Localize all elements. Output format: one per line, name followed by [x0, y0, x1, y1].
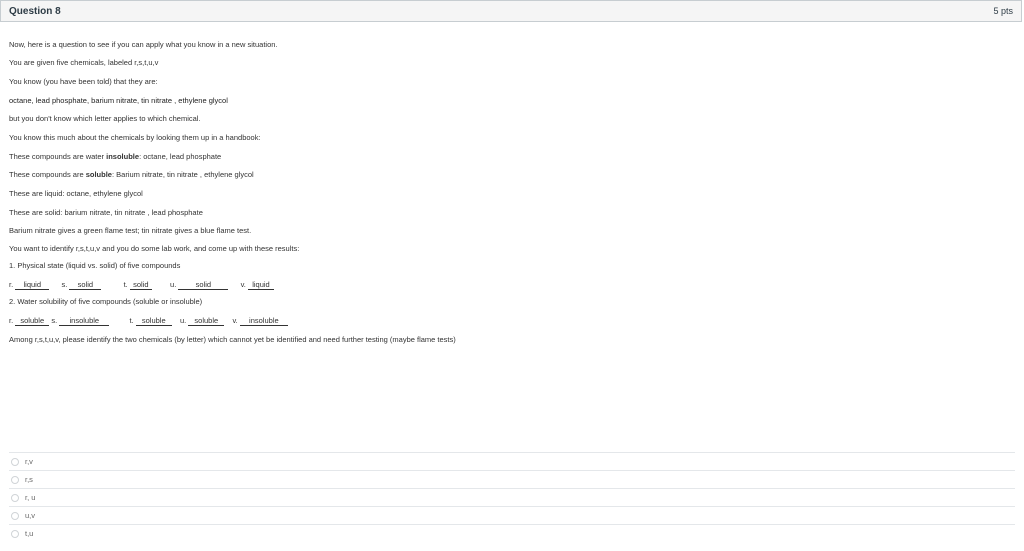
solubility-letter-s: s.	[51, 316, 58, 325]
question-points: 5 pts	[993, 6, 1013, 16]
liquid-text: These are liquid: octane, ethylene glyco…	[9, 189, 143, 198]
solubility-value-u: soluble	[188, 316, 225, 326]
state-letter-v: v.	[240, 280, 246, 289]
state-letter-s: s.	[61, 280, 68, 289]
state-letter-t: t.	[123, 280, 128, 289]
physical-state-heading: 1. Physical state (liquid vs. solid) of …	[9, 261, 181, 270]
soluble-list: : Barium nitrate, tin nitrate , ethylene…	[111, 170, 254, 179]
insoluble-list: : octane, lead phosphate	[139, 152, 222, 161]
solubility-value-s: insoluble	[59, 316, 110, 326]
solubility-letter-u: u.	[179, 316, 187, 325]
told-text: You know (you have been told) that they …	[9, 77, 158, 86]
solubility-value-r: soluble	[15, 316, 50, 326]
state-value-u: solid	[178, 280, 229, 290]
solubility-value-t: soluble	[135, 316, 172, 326]
state-value-v: liquid	[247, 280, 274, 290]
answer-label: r, u	[25, 493, 36, 502]
state-letter-r: r.	[9, 280, 14, 289]
soluble-prefix: These compounds are	[9, 170, 86, 179]
answer-label: u,v	[25, 511, 36, 520]
soluble-line: These compounds are soluble: Barium nitr…	[9, 170, 254, 179]
solubility-results: r. soluble s. insoluble t. soluble u. so…	[9, 316, 288, 326]
state-letter-u: u.	[170, 280, 177, 289]
state-value-r: liquid	[15, 280, 50, 290]
insoluble-prefix: These compounds are water	[9, 152, 107, 161]
radio-icon[interactable]	[11, 457, 19, 466]
answer-option[interactable]: r,v	[9, 452, 1015, 470]
state-value-t: solid	[129, 280, 152, 290]
chemical-list: octane, lead phosphate, barium nitrate, …	[9, 96, 228, 105]
answer-label: r,v	[25, 457, 33, 466]
answer-option[interactable]: u,v	[9, 506, 1015, 524]
question-title: Question 8	[9, 5, 61, 17]
solid-text: These are solid: barium nitrate, tin nit…	[9, 208, 203, 217]
given-chemicals-text: You are given five chemicals, labeled r,…	[9, 58, 159, 67]
handbook-text: You know this much about the chemicals b…	[9, 133, 261, 142]
insoluble-word: insoluble	[106, 152, 140, 161]
intro-text: Now, here is a question to see if you ca…	[9, 40, 278, 49]
solubility-letter-t: t.	[129, 316, 134, 325]
insoluble-line: These compounds are water insoluble: oct…	[9, 152, 221, 161]
solubility-letter-r: r.	[9, 316, 14, 325]
radio-icon[interactable]	[11, 493, 19, 502]
flame-test-text: Barium nitrate gives a green flame test;…	[9, 226, 252, 235]
answer-option[interactable]: r,s	[9, 470, 1015, 488]
solubility-heading: 2. Water solubility of five compounds (s…	[9, 297, 203, 306]
physical-state-results: r. liquid s. solid t. solid u. solid v. …	[9, 280, 274, 290]
answer-label: t,u	[25, 529, 34, 538]
question-prompt: Among r,s,t,u,v, please identify the two…	[9, 335, 456, 344]
question-header: Question 8 5 pts	[0, 0, 1022, 22]
answer-label: r,s	[25, 475, 33, 484]
radio-icon[interactable]	[11, 475, 19, 484]
answer-option[interactable]: t,u	[9, 524, 1015, 542]
state-value-s: solid	[69, 280, 102, 290]
radio-icon[interactable]	[11, 511, 19, 520]
radio-icon[interactable]	[11, 529, 19, 538]
unknown-text: but you don't know which letter applies …	[9, 114, 201, 123]
solubility-value-v: insoluble	[239, 316, 288, 326]
lab-work-text: You want to identify r,s,t,u,v and you d…	[9, 244, 300, 253]
soluble-word: soluble	[85, 170, 112, 179]
solubility-letter-v: v.	[232, 316, 238, 325]
answer-option[interactable]: r, u	[9, 488, 1015, 506]
